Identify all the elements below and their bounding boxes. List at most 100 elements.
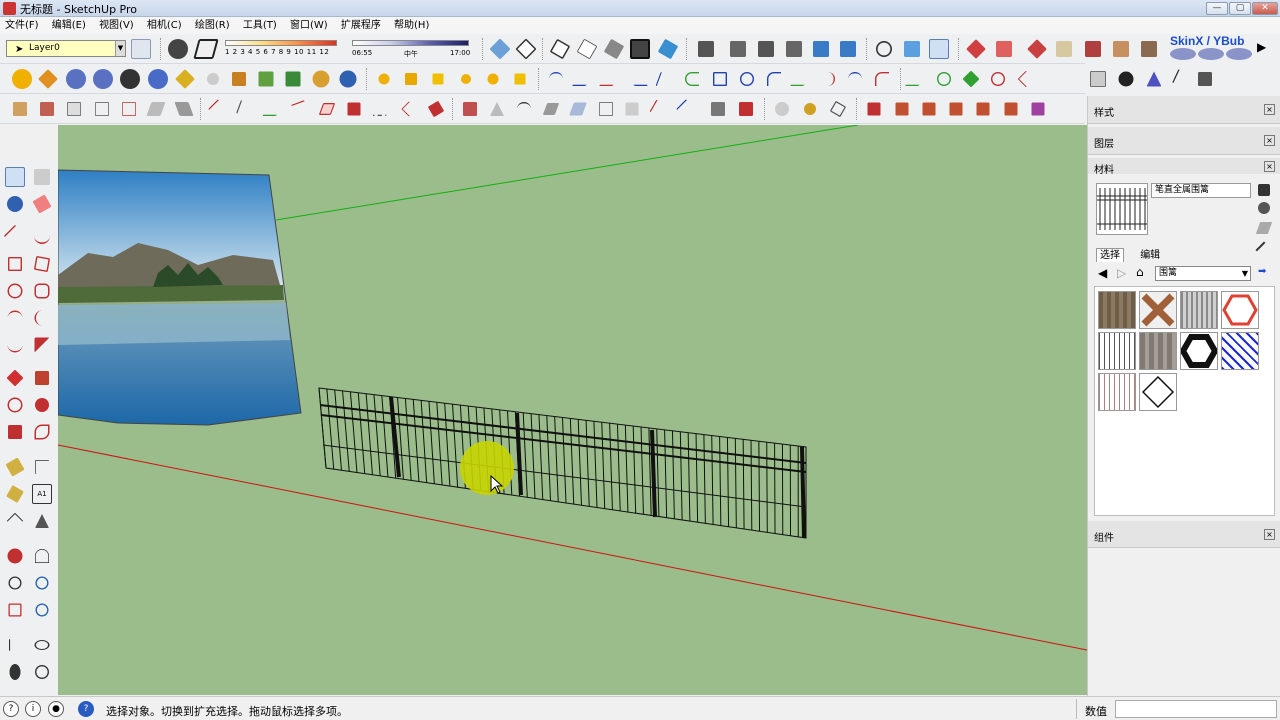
- bezier-icon[interactable]: [571, 72, 595, 86]
- import-icon[interactable]: [867, 102, 881, 116]
- export-av-icon[interactable]: [949, 102, 963, 116]
- fence-model[interactable]: [318, 387, 807, 539]
- follow-me-icon[interactable]: [35, 398, 49, 412]
- make-component-icon[interactable]: [34, 169, 50, 185]
- menu-file[interactable]: 文件(F): [0, 17, 44, 34]
- polyline-icon[interactable]: [598, 72, 622, 86]
- move-tool-icon[interactable]: [6, 369, 24, 387]
- components-panel-header[interactable]: 组件 ×: [1088, 521, 1280, 548]
- walk-icon[interactable]: [9, 664, 21, 680]
- toolbar-grip[interactable]: [900, 68, 903, 90]
- box-icon[interactable]: [1090, 71, 1106, 87]
- wrench-icon[interactable]: [962, 70, 980, 88]
- export-aj-icon[interactable]: [895, 102, 909, 116]
- menu-camera[interactable]: 相机(C): [142, 17, 187, 34]
- rectangle-tool-icon[interactable]: [8, 257, 22, 271]
- details-arrow-icon[interactable]: ➡: [1258, 266, 1270, 278]
- toolbar-grip[interactable]: [482, 38, 485, 60]
- swatch-black-chain[interactable]: [1179, 332, 1219, 370]
- three-point-arc-icon[interactable]: [7, 338, 23, 353]
- export-af-icon[interactable]: [1031, 102, 1045, 116]
- drape-icon[interactable]: [1141, 41, 1157, 57]
- right-view-icon[interactable]: [813, 41, 829, 57]
- cube-red-icon[interactable]: [463, 102, 477, 116]
- omni-light-icon[interactable]: [378, 73, 390, 85]
- ladder-icon[interactable]: [174, 102, 194, 116]
- skinx-icon[interactable]: [1170, 48, 1196, 60]
- eraser-icon[interactable]: [32, 194, 52, 214]
- toolbar-grip[interactable]: [958, 38, 961, 60]
- close-button[interactable]: ✕: [1252, 2, 1278, 15]
- back-view-icon[interactable]: [840, 41, 856, 57]
- push-icon[interactable]: [347, 102, 361, 116]
- fog-icon[interactable]: [193, 39, 219, 59]
- br-icon[interactable]: [120, 69, 140, 89]
- knife-icon[interactable]: [649, 99, 669, 119]
- push-pull-icon[interactable]: [35, 371, 49, 385]
- info-icon[interactable]: i: [25, 701, 41, 717]
- orbit-icon[interactable]: [876, 41, 892, 57]
- back-edges-icon[interactable]: [515, 38, 537, 60]
- select-tool-icon[interactable]: [5, 167, 25, 187]
- swatch-lattice-wood[interactable]: [1139, 291, 1177, 329]
- chevron-down-icon[interactable]: ▼: [1242, 267, 1248, 280]
- create-material-icon[interactable]: [1258, 184, 1270, 196]
- door-tool-icon[interactable]: [40, 102, 54, 116]
- help-icon[interactable]: [148, 69, 168, 89]
- minimize-button[interactable]: —: [1206, 2, 1228, 15]
- offset-tool-icon[interactable]: [34, 424, 50, 440]
- bridge-icon[interactable]: [517, 102, 531, 116]
- toolbar-grip[interactable]: [686, 38, 689, 60]
- ies-light-icon[interactable]: [432, 73, 444, 85]
- swatch-metal-fence[interactable]: [1180, 291, 1218, 329]
- styles-panel-header[interactable]: 样式 ×: [1088, 96, 1280, 124]
- menu-window[interactable]: 窗口(W): [285, 17, 333, 34]
- shaded-icon[interactable]: [603, 38, 625, 60]
- swatch-blue-mesh[interactable]: [1221, 332, 1259, 370]
- menu-draw[interactable]: 绘图(R): [190, 17, 235, 34]
- protractor-icon[interactable]: [6, 485, 24, 503]
- forward-arrow-icon[interactable]: ▷: [1117, 266, 1126, 280]
- dashed-line-icon[interactable]: [372, 102, 392, 116]
- sandbox-icon[interactable]: [1027, 39, 1047, 59]
- toolbar-grip[interactable]: [866, 38, 869, 60]
- polygon-icon[interactable]: [937, 72, 951, 86]
- landscape-image[interactable]: [58, 169, 302, 426]
- dimension-icon[interactable]: [35, 460, 49, 474]
- fillet-icon[interactable]: [821, 72, 835, 86]
- spline-icon[interactable]: [625, 72, 649, 86]
- layer-manager-icon[interactable]: [131, 39, 151, 59]
- chevron-down-icon[interactable]: ▼: [115, 41, 125, 56]
- fence-tool-icon[interactable]: [122, 102, 136, 116]
- sphere-light-icon[interactable]: [487, 73, 499, 85]
- shadow-date-slider[interactable]: 1 2 3 4 5 6 7 8 9 10 11 12: [225, 38, 340, 62]
- arc-red-icon[interactable]: [875, 72, 889, 86]
- chevron-left-icon[interactable]: [401, 101, 417, 117]
- pyramid-icon[interactable]: [1146, 71, 1162, 87]
- back-arrow-icon[interactable]: ◀: [1098, 266, 1107, 280]
- arc-icon[interactable]: [685, 72, 699, 86]
- sphere-icon[interactable]: [1118, 71, 1134, 87]
- freehand-icon[interactable]: [655, 72, 675, 86]
- pan-tool-icon[interactable]: [35, 549, 49, 563]
- menu-view[interactable]: 视图(V): [94, 17, 139, 34]
- zigzag-icon[interactable]: [904, 72, 928, 86]
- paint-bucket-icon[interactable]: [1258, 202, 1270, 214]
- line-tool-icon[interactable]: [1172, 69, 1192, 89]
- curve-icon[interactable]: [549, 72, 563, 86]
- smoove-icon[interactable]: [1085, 41, 1101, 57]
- app-icon[interactable]: [739, 102, 753, 116]
- lock-icon[interactable]: [804, 103, 816, 115]
- scale-tool-icon[interactable]: [8, 425, 22, 439]
- freehand-draw-icon[interactable]: [34, 228, 50, 244]
- maximize-button[interactable]: ▢: [1229, 2, 1251, 15]
- extend-icon[interactable]: [262, 102, 282, 116]
- tape-measure-icon[interactable]: [5, 457, 25, 477]
- circle-icon[interactable]: [740, 72, 754, 86]
- swatch-diamond-outline[interactable]: [1139, 373, 1177, 411]
- ellipse-icon[interactable]: [991, 72, 1005, 86]
- 3d-text-icon[interactable]: [35, 514, 49, 528]
- wall-tool-icon[interactable]: [13, 102, 27, 116]
- panel-icon[interactable]: [569, 102, 587, 116]
- pause-icon[interactable]: [339, 70, 357, 88]
